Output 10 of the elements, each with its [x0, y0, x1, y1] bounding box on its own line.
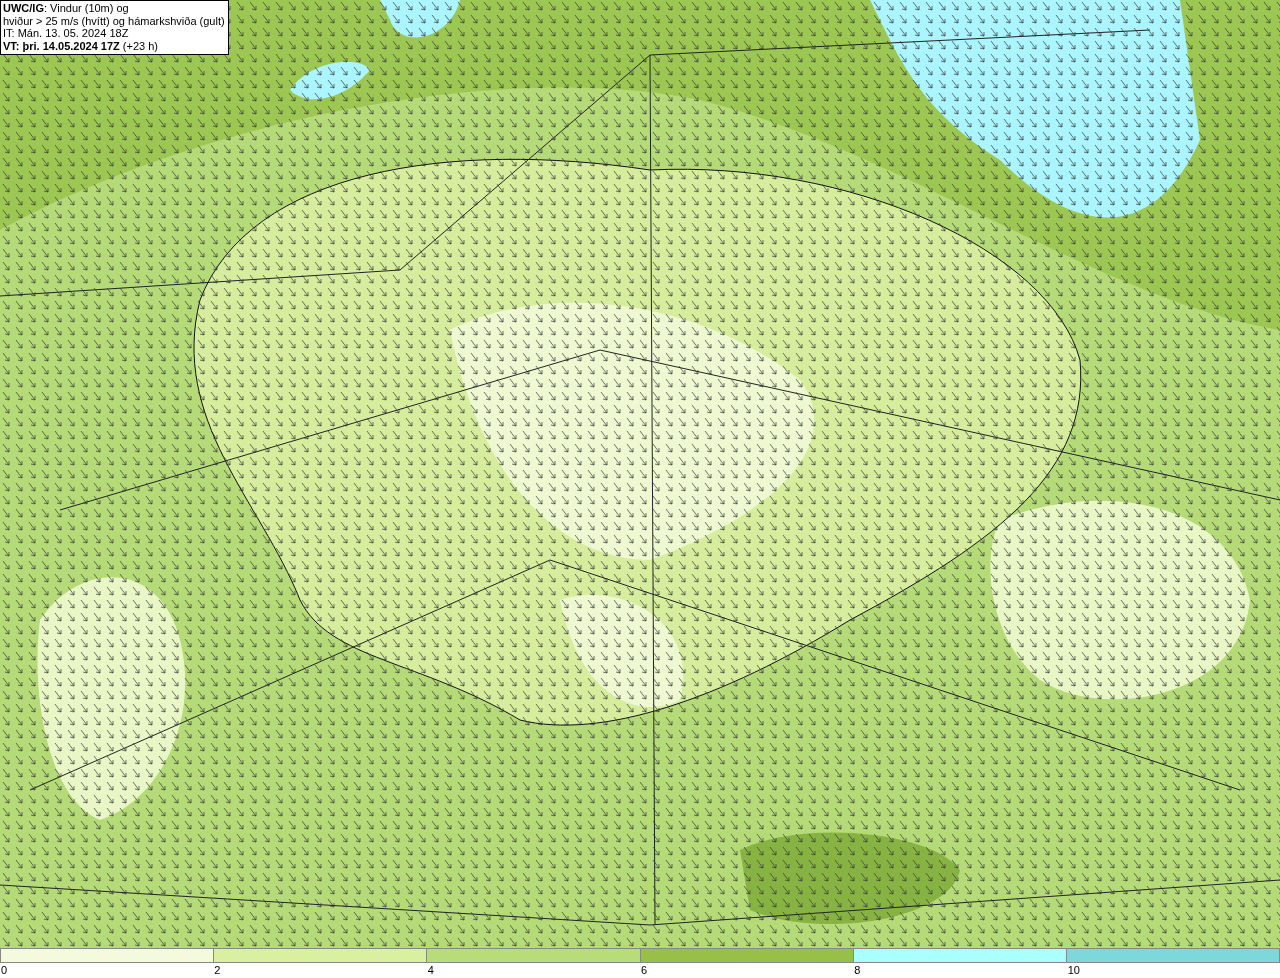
info-text: IT: Mán. 13. 05. 2024 18Z [3, 27, 130, 40]
scale-label: 10 [1067, 964, 1080, 976]
scale-label: 4 [427, 964, 434, 976]
scale-label: 0 [1, 964, 8, 976]
scale-label: 2 [214, 964, 221, 976]
info-text: UWC/IG: Vindur (10m) og [3, 2, 130, 15]
scale-label: 8 [854, 964, 861, 976]
info-text: VT: þri. 14.05.2024 17Z (+23 h) [3, 39, 159, 52]
scale-label: 6 [641, 964, 648, 976]
info-text: hviður > 25 m/s (hvítt) og hámarkshviða (gult) [3, 14, 225, 27]
